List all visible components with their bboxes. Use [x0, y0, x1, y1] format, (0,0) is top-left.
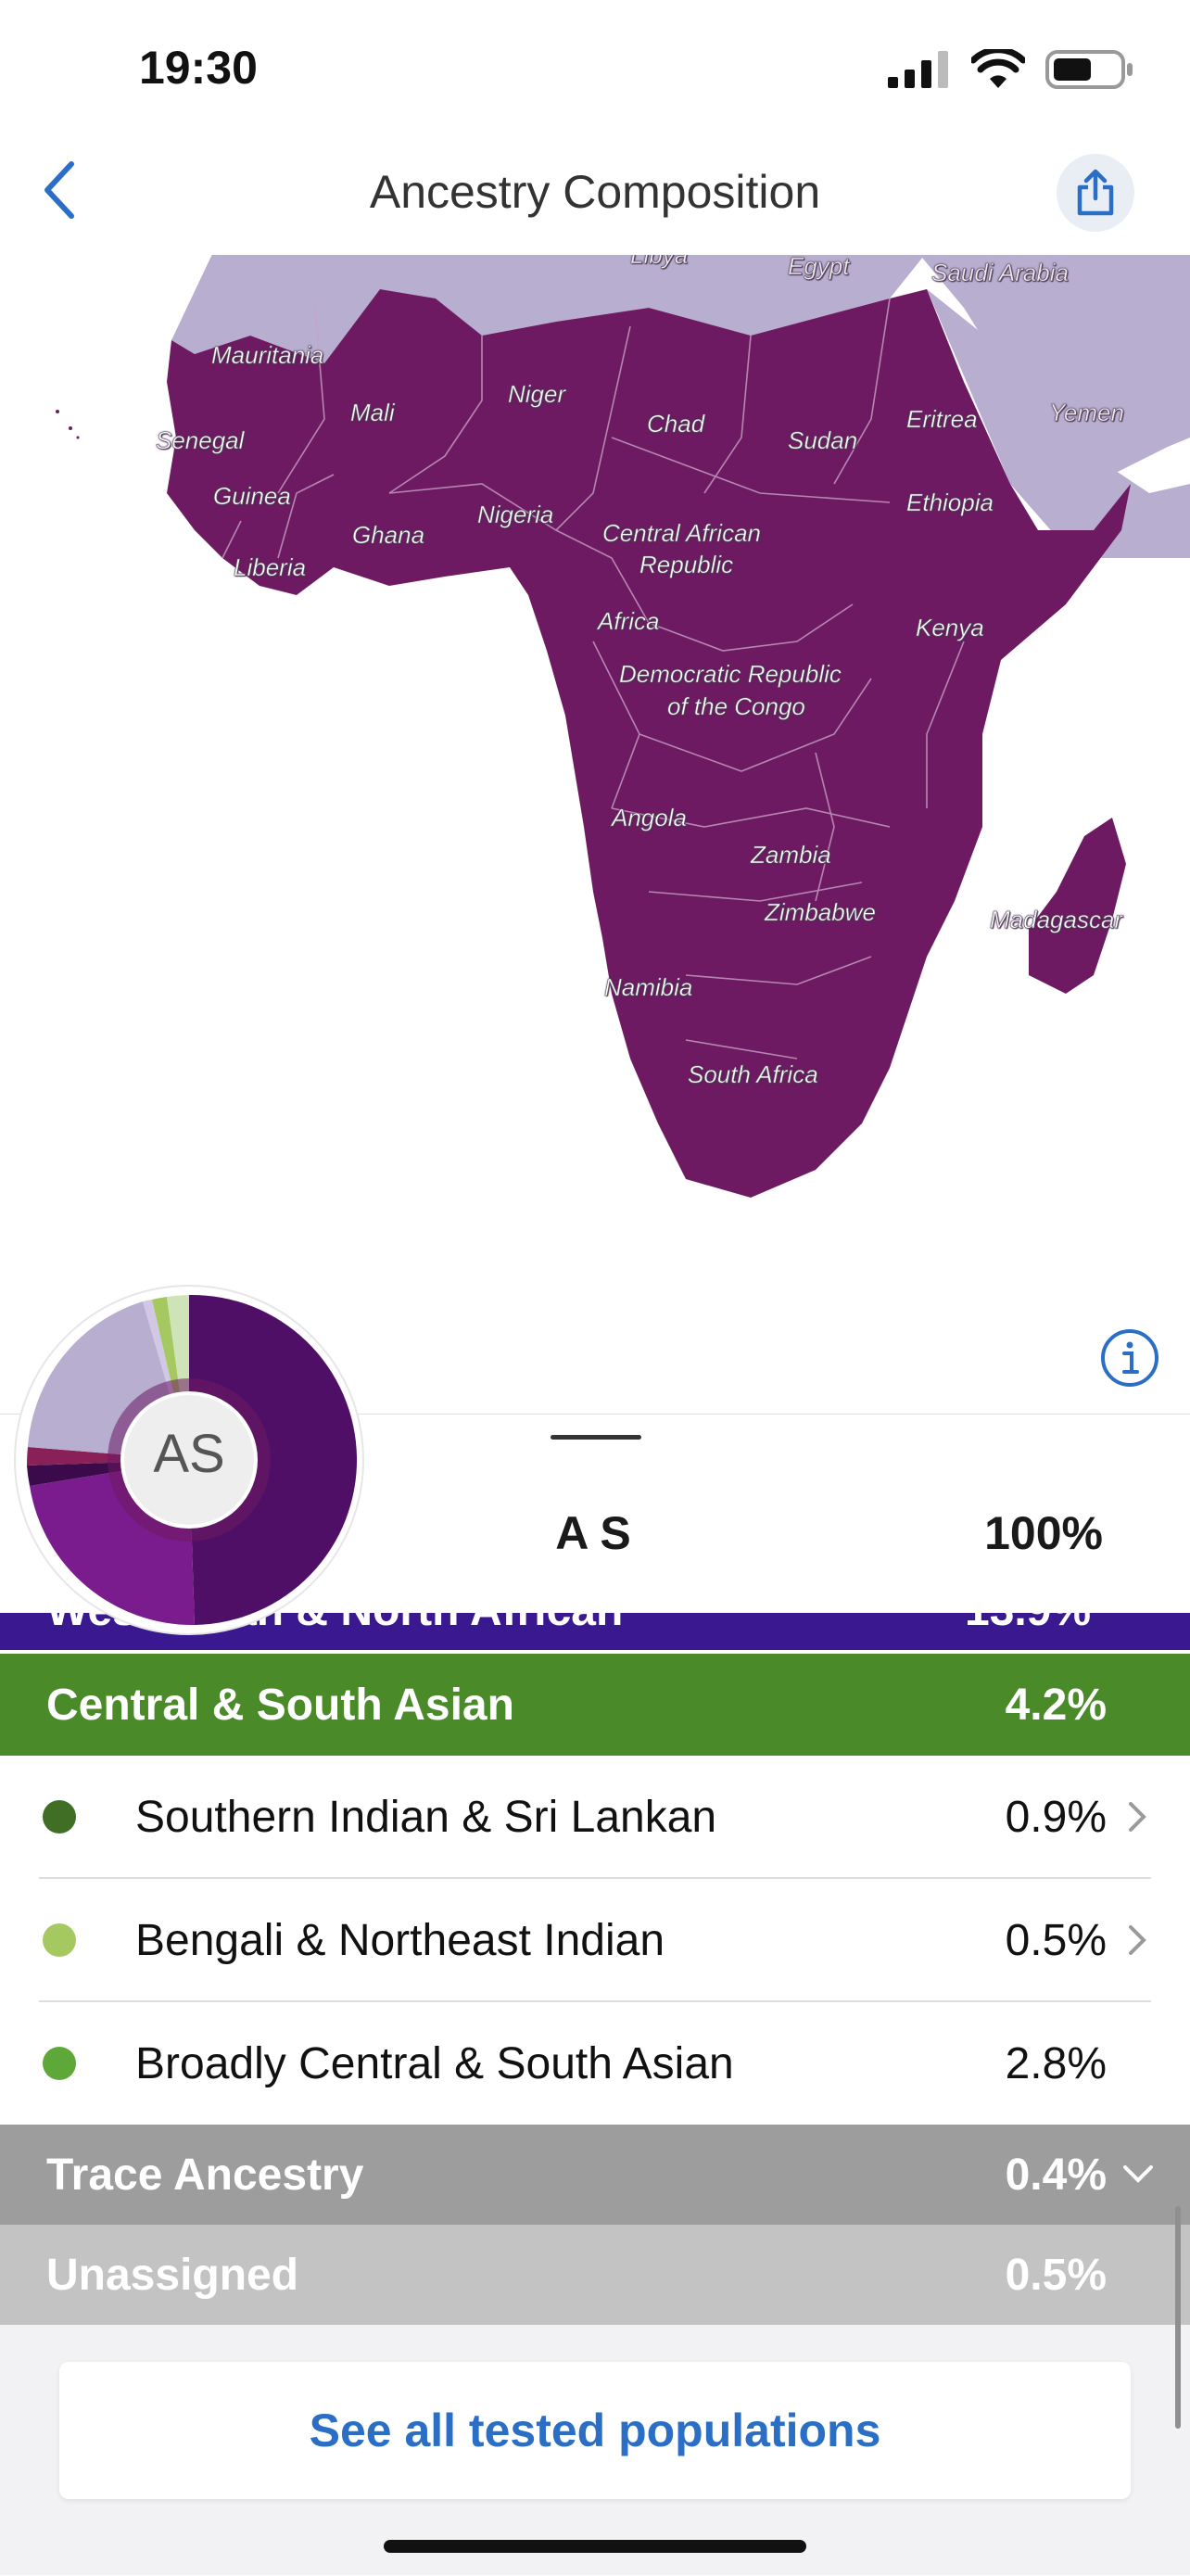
subpop-percent: 0.5% — [1005, 1915, 1107, 1965]
map-label-egypt: Egypt — [788, 252, 850, 280]
map-label-yemen: Yemen — [1049, 399, 1125, 427]
group-percent: 0.4% — [1005, 2150, 1107, 2200]
group-label: Unassigned — [46, 2250, 299, 2300]
group-row-trace-ancestry[interactable]: Trace Ancestry 0.4% — [0, 2125, 1190, 2225]
status-icons — [888, 48, 1134, 91]
summary-name: A S — [555, 1507, 631, 1559]
group-percent: 0.5% — [1005, 2250, 1107, 2300]
group-row-central-south-asian[interactable]: Central & South Asian 4.2% — [0, 1654, 1190, 1756]
signal-icon — [888, 51, 948, 88]
share-button[interactable] — [1057, 154, 1134, 232]
subpop-color-dot — [43, 1800, 76, 1834]
share-icon — [1077, 169, 1114, 216]
group-label: Central & South Asian — [46, 1680, 514, 1730]
map-label-madagascar: Madagascar — [990, 906, 1123, 934]
subpop-color-dot — [43, 2047, 76, 2080]
map-label-namibia: Namibia — [604, 973, 693, 1002]
map-label-liberia: Liberia — [234, 553, 307, 582]
ancestry-donut-chart[interactable]: AS — [13, 1284, 365, 1636]
subpop-row-broadly-central-south-asian[interactable]: Broadly Central & South Asian 2.8% — [39, 2002, 1151, 2125]
summary-percent: 100% — [984, 1507, 1103, 1559]
donut-initials: AS — [153, 1424, 225, 1484]
subpop-label: Bengali & Northeast Indian — [135, 1915, 665, 1965]
map-label-south-africa: South Africa — [688, 1060, 818, 1089]
home-indicator[interactable] — [384, 2540, 806, 2553]
map-label-niger: Niger — [508, 380, 566, 409]
subpop-row-southern-indian[interactable]: Southern Indian & Sri Lankan 0.9% — [39, 1756, 1151, 1878]
chevron-right-icon — [1129, 1925, 1146, 1955]
status-time: 19:30 — [139, 42, 258, 94]
group-row-west-asian-percent: 13.9% — [965, 1613, 1091, 1636]
battery-icon — [1045, 50, 1133, 89]
subpop-percent: 2.8% — [1005, 2038, 1107, 2088]
subpop-color-dot — [43, 1923, 76, 1957]
group-row-unassigned[interactable]: Unassigned 0.5% — [0, 2225, 1190, 2325]
map-label-africa: Africa — [598, 607, 660, 636]
group-percent: 4.2% — [1005, 1680, 1107, 1730]
scrollbar[interactable] — [1175, 2206, 1181, 2429]
sheet-drag-handle[interactable] — [551, 1435, 641, 1440]
see-all-populations-button[interactable]: See all tested populations — [59, 2362, 1131, 2499]
subpop-percent: 0.9% — [1005, 1792, 1107, 1842]
map-label-guinea: Guinea — [213, 482, 291, 511]
map-label-ethiopia: Ethiopia — [906, 489, 994, 517]
map-label-nigeria: Nigeria — [477, 501, 554, 529]
subpop-label: Southern Indian & Sri Lankan — [135, 1792, 717, 1842]
map-label-eritrea: Eritrea — [906, 405, 978, 434]
map-label-car-line2: Republic — [639, 551, 734, 579]
map-label-kenya: Kenya — [916, 614, 984, 642]
page-title: Ancestry Composition — [369, 166, 821, 218]
map-label-angola: Angola — [612, 804, 688, 832]
map-label-drc-line1: Democratic Republic — [619, 660, 842, 689]
map-label-drc-line2: of the Congo — [667, 692, 805, 721]
map-label-zambia: Zambia — [751, 841, 831, 869]
wifi-icon — [971, 49, 1025, 88]
map-label-mauritania: Mauritania — [211, 341, 324, 370]
chevron-right-icon — [1129, 1802, 1146, 1832]
map-label-chad: Chad — [647, 410, 705, 438]
group-label: Trace Ancestry — [46, 2150, 364, 2200]
info-button[interactable] — [1099, 1327, 1160, 1389]
map-label-senegal: Senegal — [156, 426, 245, 455]
see-all-populations-label: See all tested populations — [309, 2405, 881, 2456]
subpop-row-bengali[interactable]: Bengali & Northeast Indian 0.5% — [39, 1879, 1151, 2001]
subpop-label: Broadly Central & South Asian — [135, 2038, 734, 2088]
map-label-ghana: Ghana — [352, 521, 425, 550]
info-icon — [1101, 1329, 1158, 1387]
map-label-mali: Mali — [350, 399, 395, 427]
map-label-saudi: Saudi Arabia — [931, 259, 1070, 287]
map-label-car-line1: Central African — [602, 519, 762, 548]
chevron-down-icon — [1123, 2165, 1153, 2183]
map-label-zimbabwe: Zimbabwe — [765, 898, 877, 927]
ancestry-map[interactable]: Libya Egypt Saudi Arabia Yemen Mauritani… — [0, 252, 1190, 1415]
map-label-sudan: Sudan — [788, 426, 858, 455]
